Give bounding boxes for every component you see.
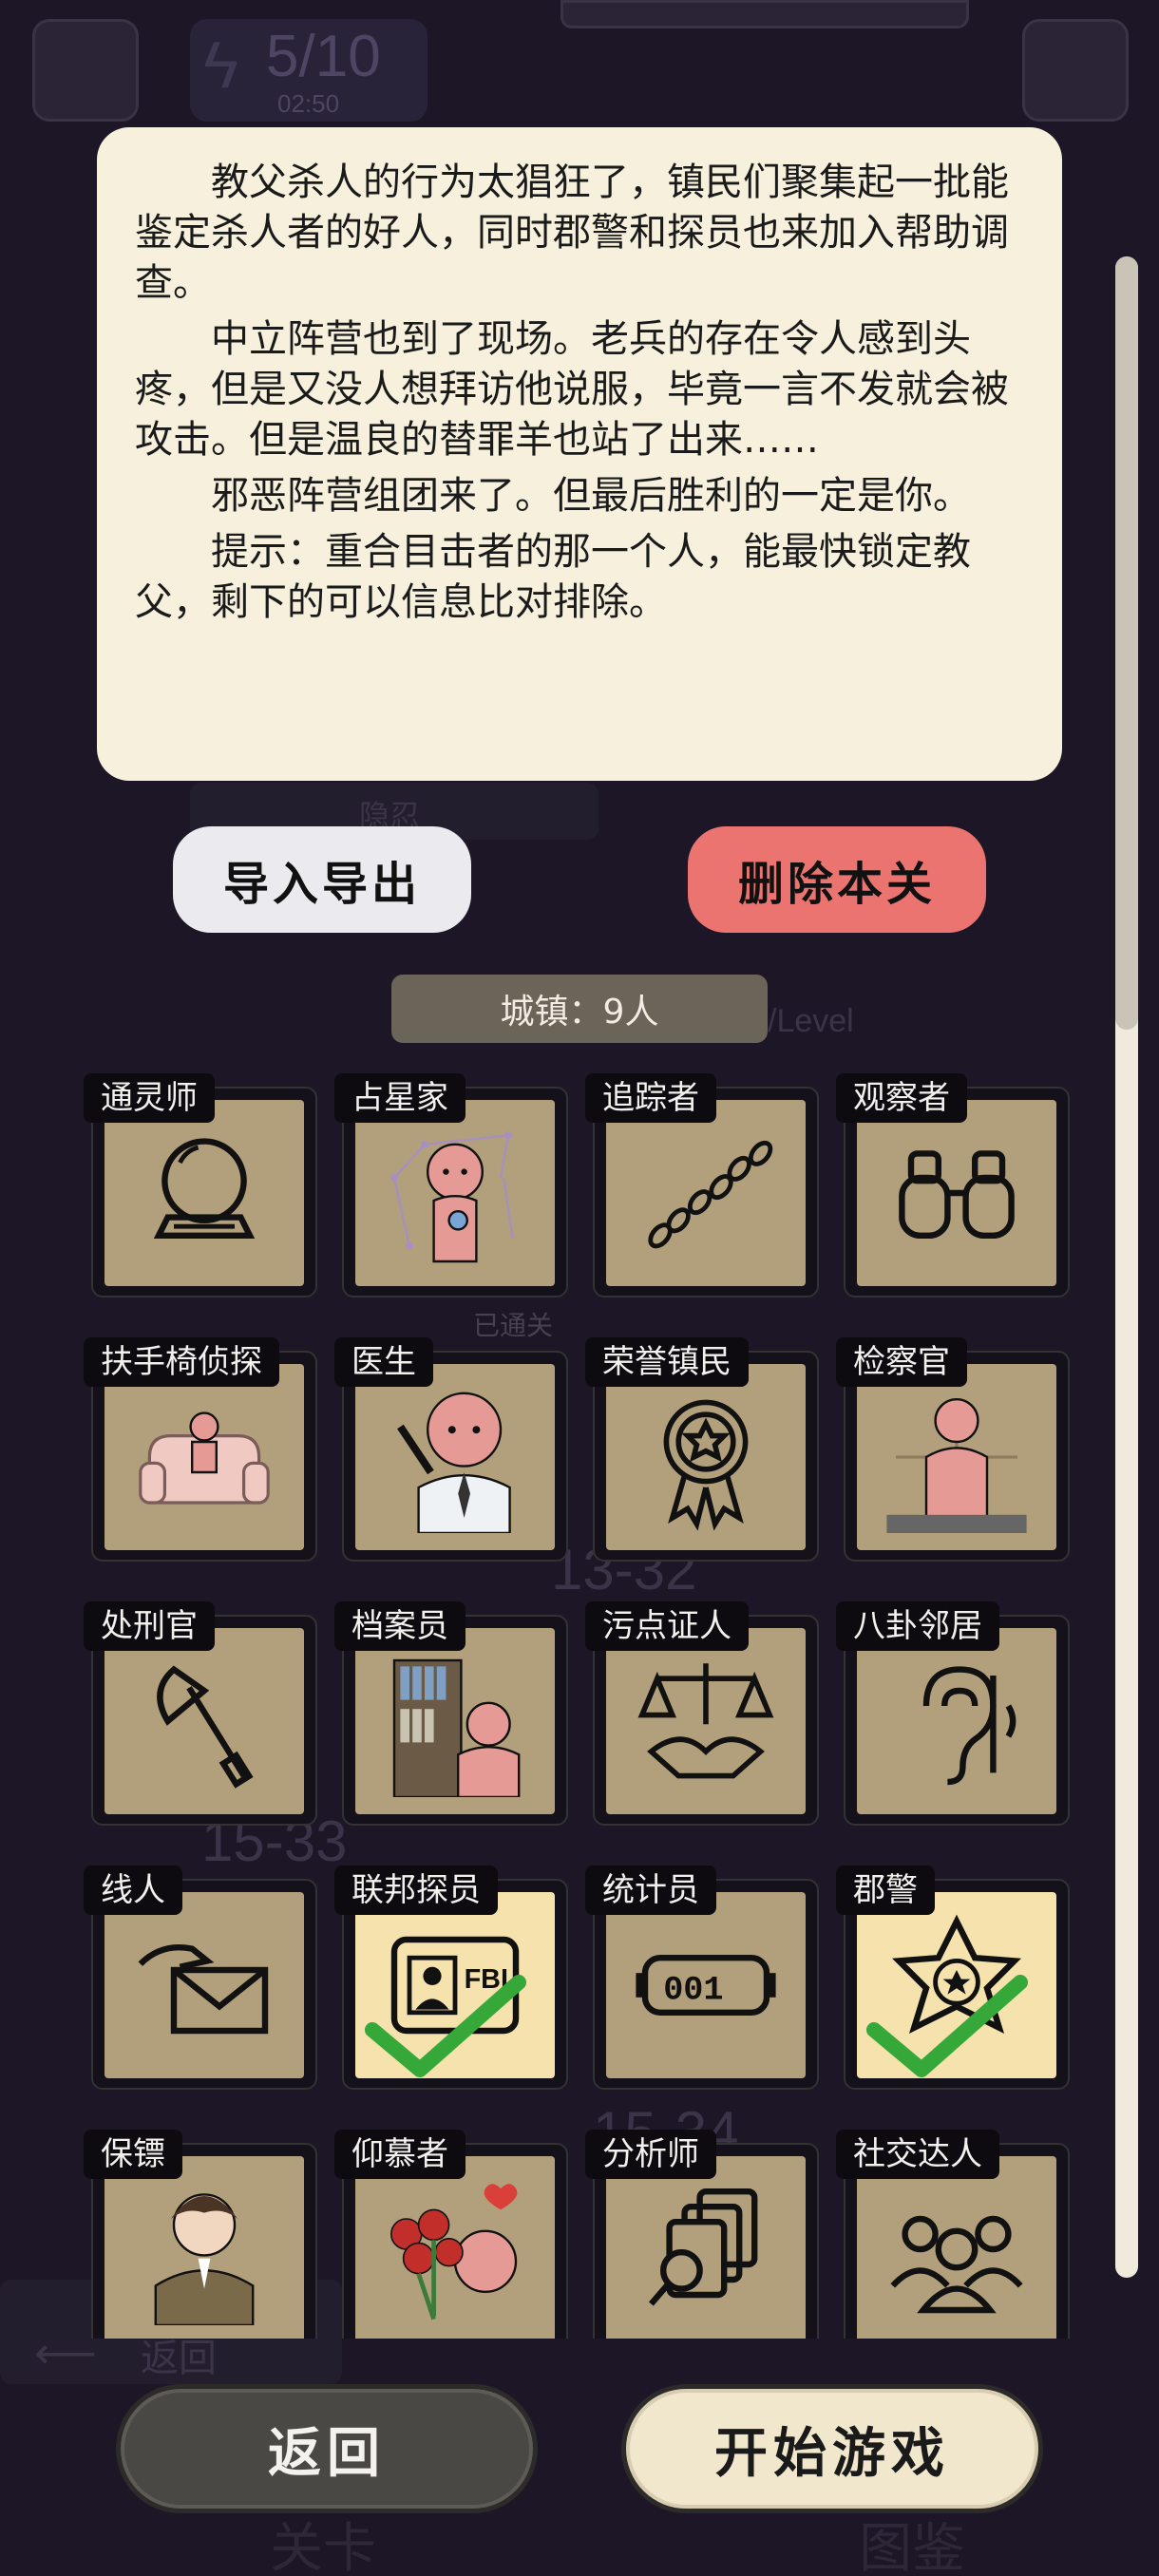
role-name: 扶手椅侦探 <box>84 1337 279 1387</box>
role-name: 档案员 <box>334 1601 466 1651</box>
energy-timer: 02:50 <box>277 89 340 118</box>
story-paragraph: 教父杀人的行为太猖狂了，镇民们聚集起一批能鉴定杀人者的好人，同时郡警和探员也来加… <box>135 161 1009 305</box>
role-card[interactable]: 医生 <box>334 1337 568 1562</box>
bodyguard-icon <box>154 2193 255 2325</box>
counter-icon: 001 <box>636 1955 776 2016</box>
role-name: 八卦邻居 <box>836 1601 999 1651</box>
role-card[interactable]: 郡警 <box>836 1866 1070 2090</box>
role-name: 荣誉镇民 <box>585 1337 749 1387</box>
scrollbar-thumb[interactable] <box>1115 256 1138 1030</box>
role-card[interactable]: 通灵师 <box>84 1073 317 1297</box>
scales-handshake-icon <box>637 1663 774 1779</box>
role-name: 分析师 <box>585 2130 716 2179</box>
notes-icon <box>32 19 139 122</box>
bookshelf-icon <box>392 1658 521 1797</box>
crystal-ball-icon <box>153 1138 256 1239</box>
role-name: 处刑官 <box>84 1601 215 1651</box>
lightning-icon: ϟ <box>203 28 239 102</box>
faded-bottom-left: 关卡 <box>270 2518 376 2576</box>
footprints-icon <box>648 1140 773 1249</box>
role-grid: 通灵师 占星家 追踪者 观察者 扶手椅侦探 医生 荣誉镇民 检察官 处刑官 档案… <box>0 1073 1159 2339</box>
ear-icon <box>922 1666 1016 1786</box>
role-card[interactable]: 线人 <box>84 1866 317 2090</box>
prosecutor-icon <box>886 1398 1027 1533</box>
role-name: 医生 <box>334 1337 433 1387</box>
role-card[interactable]: 处刑官 <box>84 1601 317 1826</box>
roses-icon <box>390 2184 518 2320</box>
armchair-icon <box>139 1411 270 1505</box>
role-card[interactable]: 仰慕者 <box>334 2130 568 2339</box>
energy-value: 5/10 <box>266 24 381 89</box>
music-icon <box>1022 19 1129 122</box>
role-name: 社交达人 <box>836 2130 999 2179</box>
medal-icon <box>663 1399 749 1531</box>
energy-display: ϟ 5/10 02:50 <box>190 19 428 122</box>
check-icon <box>365 1975 526 2077</box>
role-card[interactable]: 保镖 <box>84 2130 317 2339</box>
role-card[interactable]: 八卦邻居 <box>836 1601 1070 1826</box>
role-card[interactable]: 扶手椅侦探 <box>84 1337 317 1562</box>
role-card[interactable]: 污点证人 <box>585 1601 819 1826</box>
role-name: 观察者 <box>836 1073 967 1123</box>
start-game-button[interactable]: 开始游戏 <box>621 2384 1043 2513</box>
role-card[interactable]: 观察者 <box>836 1073 1070 1297</box>
delete-level-button[interactable]: 删除本关 <box>688 826 986 933</box>
binoculars-icon <box>899 1150 1015 1239</box>
story-paragraph: 邪恶阵营组团来了。但最后胜利的一定是你。 <box>211 474 971 518</box>
role-card[interactable]: 001 统计员 <box>585 1866 819 2090</box>
people-icon <box>890 2215 1023 2314</box>
role-name: 仰慕者 <box>334 2130 466 2179</box>
role-name: 统计员 <box>585 1866 716 1915</box>
top-tab <box>560 0 969 28</box>
role-name: 追踪者 <box>585 1073 716 1123</box>
counter-text: 001 <box>663 1971 723 2009</box>
town-count-label: 城镇：9人 <box>391 975 768 1043</box>
role-name: 保镖 <box>84 2130 182 2179</box>
faded-bottom-right: 图鉴 <box>859 2518 965 2576</box>
role-name: 占星家 <box>334 1073 466 1123</box>
role-card[interactable]: 分析师 <box>585 2130 819 2339</box>
role-name: 污点证人 <box>585 1601 749 1651</box>
documents-magnifier-icon <box>648 2188 758 2306</box>
faded-level-label: /Level <box>768 1003 854 1039</box>
role-name: 检察官 <box>836 1337 967 1387</box>
role-card[interactable]: 社交达人 <box>836 2130 1070 2339</box>
axe-icon <box>157 1665 254 1789</box>
story-paragraph: 中立阵营也到了现场。老兵的存在令人感到头疼，但是又没人想拜访他说服，毕竟一言不发… <box>135 317 1009 462</box>
doctor-icon <box>397 1392 511 1533</box>
role-name: 通灵师 <box>84 1073 215 1123</box>
astrologer-icon <box>390 1131 514 1263</box>
role-name: 郡警 <box>836 1866 935 1915</box>
story-paragraph: 提示：重合目击者的那一个人，能最快锁定教父，剩下的可以信息比对排除。 <box>135 530 971 624</box>
role-name: 联邦探员 <box>334 1866 498 1915</box>
role-name: 线人 <box>84 1866 182 1915</box>
role-card[interactable]: 追踪者 <box>585 1073 819 1297</box>
back-button[interactable]: 返回 <box>116 2384 538 2513</box>
role-card[interactable]: 占星家 <box>334 1073 568 1297</box>
check-icon <box>866 1975 1028 2077</box>
role-card[interactable]: 档案员 <box>334 1601 568 1826</box>
role-card[interactable]: 检察官 <box>836 1337 1070 1562</box>
import-export-button[interactable]: 导入导出 <box>173 826 471 933</box>
story-panel: 教父杀人的行为太猖狂了，镇民们聚集起一批能鉴定杀人者的好人，同时郡警和探员也来加… <box>97 127 1062 781</box>
envelope-icon <box>138 1944 269 2035</box>
role-card[interactable]: 荣誉镇民 <box>585 1337 819 1562</box>
role-card[interactable]: FBI 联邦探员 <box>334 1866 568 2090</box>
